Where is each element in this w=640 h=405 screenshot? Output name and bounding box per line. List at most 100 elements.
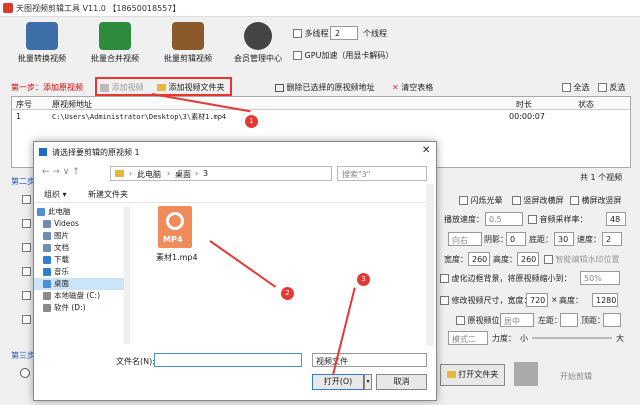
select-all-checkbox[interactable]: 全选 [562,82,590,93]
nav-pane[interactable]: 此电脑 Videos 图片 文档 下载 音乐 桌面 本地磁盘 (C:) 软件 (… [34,206,124,346]
thread-unit: 个线程 [363,29,387,38]
filetype-select[interactable]: 视频文件 [312,353,427,367]
left-label: 左距： [538,316,562,325]
invert-checkbox[interactable]: 反选 [598,82,626,93]
table-header: 序号 原视频地址 时长 状态 [12,97,630,110]
close-icon[interactable]: ✕ [422,145,430,156]
open-button[interactable]: 打开(O) [312,374,364,390]
nav-drive-c[interactable]: 本地磁盘 (C:) [34,290,124,302]
left-input[interactable] [560,313,578,327]
close-icon: ✕ [392,83,399,92]
computer-icon [37,208,45,216]
nav-scrollbar[interactable] [124,206,130,344]
resize-height-label: 高度： [559,296,583,305]
top-label: 顶距： [581,316,605,325]
new-folder-button[interactable]: 新建文件夹 [88,189,128,200]
nav-arrows[interactable]: ← → ∨ ↑ [42,167,80,177]
music-icon [43,268,51,276]
files-scrollbar[interactable] [426,184,434,346]
open-label: 打开(O) [323,377,353,386]
blur-checkbox[interactable]: 虚化边框背景，将原视频缩小到： [440,273,590,284]
left-checkboxes [22,195,31,339]
crumb-desktop[interactable]: 桌面 [175,169,191,180]
nav-drive-d[interactable]: 软件 (D:) [34,302,124,314]
sample-checkbox[interactable]: 音频采样率： [528,214,608,225]
row-path: C:\Users\Administrator\Desktop\3\素材1.mp4 [52,113,227,121]
address-bar[interactable]: › 此电脑 › 桌面 › 3 [110,166,332,181]
step3-title: 第三步 [11,351,35,360]
blur-select[interactable]: 50% [580,271,620,285]
open-folder-label: 打开文件夹 [458,370,499,379]
times-sign: × [551,295,558,304]
video-count: 共 1 个视频 [580,173,623,182]
col-index: 序号 [16,100,32,109]
template-select[interactable]: 模式二 [448,331,488,345]
row-index: 1 [16,112,22,121]
nav-downloads[interactable]: 下载 [34,254,124,266]
multithread-checkbox[interactable]: 多线程 [293,28,329,39]
direction-select[interactable]: 向右 [448,232,482,246]
spd-input[interactable]: 2 [602,232,622,246]
file-dialog: 请选择要剪辑的原视频 1 ✕ ← → ∨ ↑ › 此电脑 › 桌面 › 3 搜索… [33,141,437,401]
open-folder-button[interactable]: 打开文件夹 [440,364,505,386]
start-clip-button[interactable]: 开始剪辑 [560,371,592,382]
tool-clip-video[interactable]: 批量剪辑视频 [158,22,218,68]
bottom-input[interactable]: 30 [554,232,574,246]
nav-documents[interactable]: 文档 [34,242,124,254]
clip-icon [172,22,204,50]
organize-button[interactable]: 组织 ▾ [44,189,67,200]
step1-title: 第一步：添加原视频 [11,83,83,92]
cancel-button[interactable]: 取消 [376,374,427,390]
tool-member-center[interactable]: 会员管理中心 [228,22,288,68]
width-input[interactable]: 260 [468,252,490,266]
delete-selected-button[interactable]: 删除已选择的原视频地址 [275,82,375,93]
crumb-pc[interactable]: 此电脑 [137,169,161,180]
nav-label: 图片 [54,231,69,240]
nav-music[interactable]: 音乐 [34,266,124,278]
speed-select[interactable]: 0.5 [485,212,523,226]
step2-title: 第二步 [11,177,35,186]
pos-select[interactable]: 居中 [500,313,534,327]
nav-pictures[interactable]: 图片 [34,230,124,242]
smart-wm-checkbox[interactable]: 智能编辑水印位置 [544,254,634,265]
annotation-badge-2: 2 [281,287,294,300]
filename-input[interactable] [154,353,302,367]
height-input[interactable]: 260 [517,252,539,266]
blur-label: 虚化边框背景，将原视频缩小到： [451,274,572,283]
play-icon [166,212,184,230]
file-item[interactable]: MP4 素材1.mp4 [146,206,206,266]
clear-table-button[interactable]: ✕ 清空表格 [392,82,433,93]
sample-input[interactable]: 48 [606,212,626,226]
col-path: 原视频地址 [52,100,92,109]
crumb-3[interactable]: 3 [203,169,208,178]
add-folder-button[interactable]: 添加视频文件夹 [157,82,225,93]
nav-label: 本地磁盘 (C:) [54,291,100,300]
mp4-file-icon: MP4 [158,206,192,248]
table-row[interactable]: 1 C:\Users\Administrator\Desktop\3\素材1.m… [12,112,630,124]
gpu-checkbox[interactable]: GPU加速（用显卡解码） [293,50,393,61]
force-slider[interactable] [532,337,612,339]
flash-label: 闪烁光晕 [470,196,503,205]
shadow-input[interactable]: 0 [506,232,526,246]
top-input[interactable] [603,313,621,327]
open-dropdown[interactable]: ▾ [364,374,372,390]
search-input[interactable]: 搜索"3" [337,166,427,181]
output-radio[interactable] [20,368,30,378]
height-label: 高度： [493,255,517,264]
select-all-label: 全选 [573,83,590,92]
resize-width-input[interactable]: 720 [526,293,548,307]
resize-checkbox[interactable]: 修改视频尺寸，宽度： [440,295,535,306]
filename-label: 文件名(N): [116,357,155,366]
tool-convert-video[interactable]: 批量转换视频 [12,22,72,68]
tool-merge-video[interactable]: 批量合并视频 [85,22,145,68]
resize-height-input[interactable]: 1280 [592,293,618,307]
add-video-button[interactable]: 添加视频 [100,82,144,93]
nav-desktop[interactable]: 桌面 [34,278,124,290]
h-mirror-checkbox[interactable]: 横屏改竖屏 [570,195,640,206]
speed-label: 播放速度： [444,215,484,224]
nav-this-pc[interactable]: 此电脑 [34,206,124,218]
nav-videos[interactable]: Videos [34,218,124,230]
thread-count-input[interactable]: 2 [330,26,358,40]
col-duration: 时长 [516,100,532,109]
drive-icon [43,292,51,300]
